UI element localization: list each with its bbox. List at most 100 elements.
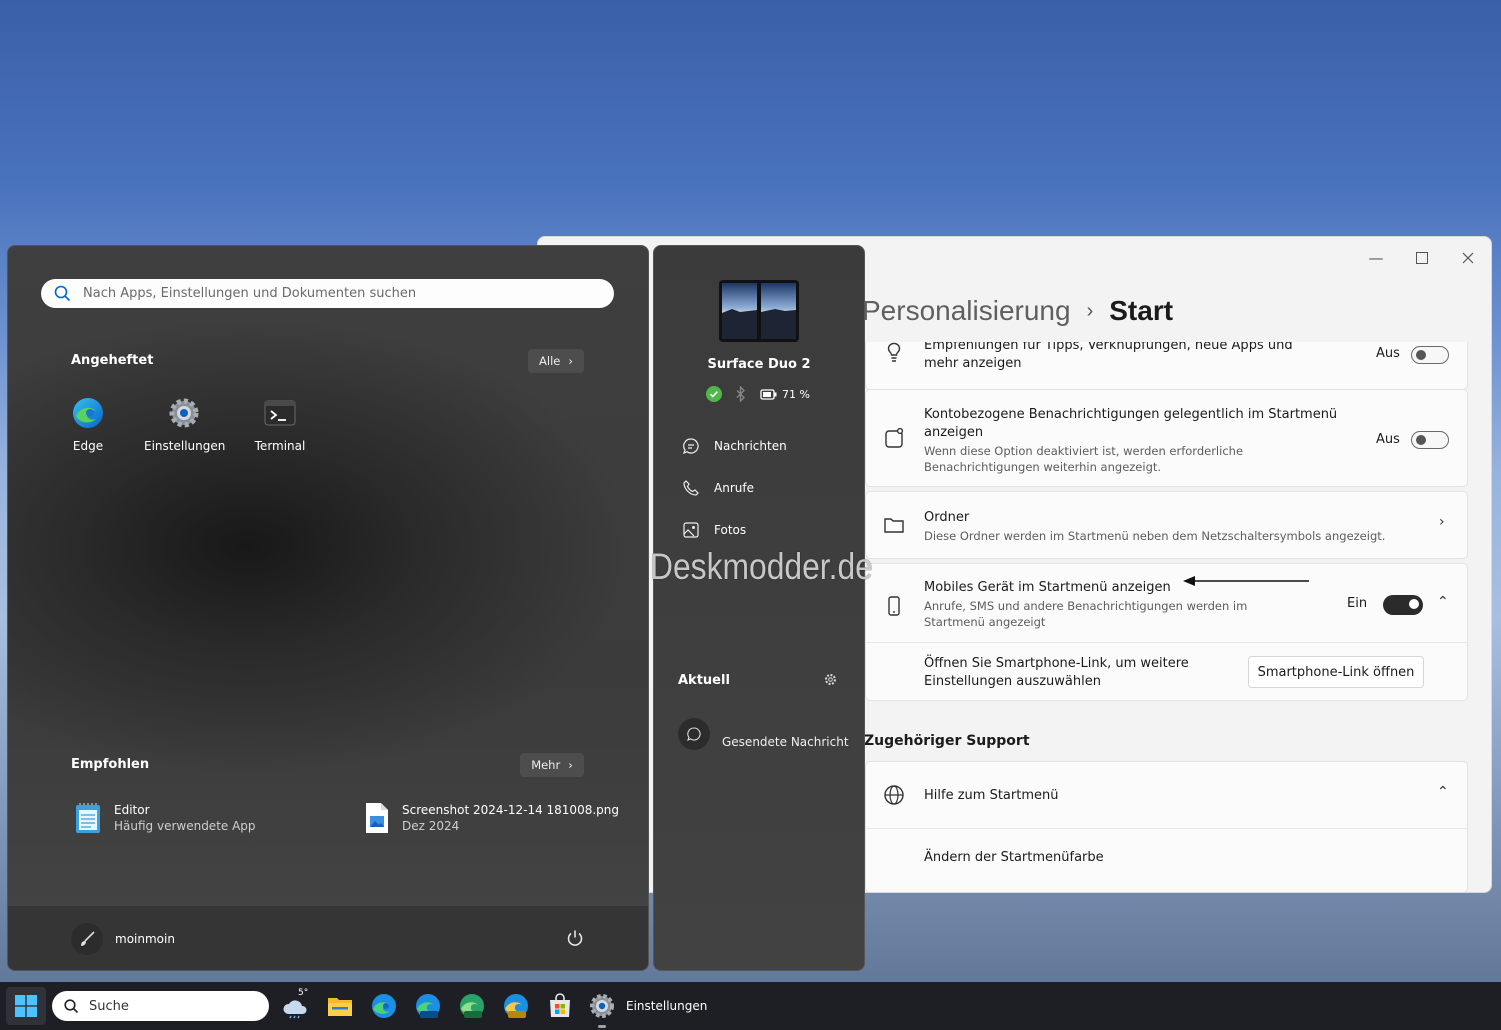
device-name: Surface Duo 2	[707, 357, 811, 372]
recommended-desc: Häufig verwendete App	[114, 819, 256, 833]
message-bubble-icon	[678, 718, 710, 750]
pinned-app-terminal[interactable]: Terminal	[240, 396, 320, 453]
breadcrumb-parent[interactable]: Personalisierung	[862, 295, 1071, 327]
edge-dev-icon[interactable]	[458, 992, 486, 1020]
edge-icon	[73, 398, 103, 428]
toggle-state-label: Aus	[1376, 346, 1400, 361]
nav-calls[interactable]: Anrufe	[682, 479, 754, 497]
app-label: Terminal	[254, 439, 306, 453]
edge-taskbar-icon[interactable]	[370, 992, 398, 1020]
gear-icon	[590, 994, 614, 1018]
chevron-right-icon: ›	[568, 758, 573, 772]
bluetooth-icon	[736, 386, 745, 402]
divider	[866, 642, 1467, 643]
user-account-button[interactable]: moinmoin	[71, 923, 175, 955]
chevron-right-icon: ›	[1439, 514, 1445, 530]
maximize-button[interactable]	[1399, 243, 1445, 273]
recommended-item-editor[interactable]: Editor Häufig verwendete App	[74, 802, 256, 834]
recommended-item-screenshot[interactable]: Screenshot 2024-12-14 181008.png Dez 2024	[364, 802, 619, 834]
active-app-label: Einstellungen	[626, 999, 708, 1013]
toggle-state-label: Aus	[1376, 432, 1400, 447]
globe-icon	[884, 785, 904, 805]
start-menu: Angeheftet Alle › Edge Einstellungen Term…	[7, 245, 649, 971]
phone-call-icon	[683, 480, 699, 496]
message-icon	[683, 438, 699, 455]
gear-icon[interactable]	[824, 673, 837, 686]
watermark: Deskmodder.de	[650, 546, 873, 587]
avatar	[71, 923, 103, 955]
nav-label: Anrufe	[714, 481, 754, 495]
pinned-app-settings[interactable]: Einstellungen	[144, 396, 226, 453]
setting-row-folders[interactable]: Ordner Diese Ordner werden im Startmenü …	[865, 491, 1468, 559]
taskbar-search[interactable]: Suche	[52, 991, 269, 1021]
device-status: 71 %	[706, 386, 810, 402]
mobile-device-toggle[interactable]	[1383, 595, 1423, 615]
phone-icon	[888, 596, 900, 616]
setting-title: Kontobezogene Benachrichtigungen gelegen…	[924, 407, 1338, 440]
setting-title: Mobiles Gerät im Startmenü anzeigen	[924, 580, 1171, 595]
setting-description: Diese Ordner werden im Startmenü neben d…	[924, 529, 1386, 543]
toggle-state-label: Ein	[1347, 596, 1368, 611]
change-start-color-link[interactable]: Ändern der Startmenüfarbe	[924, 849, 1104, 867]
lightbulb-icon	[887, 342, 901, 362]
brush-icon	[81, 931, 95, 946]
more-label: Mehr	[531, 758, 561, 772]
arrow-annotation-icon	[1183, 576, 1309, 586]
folder-icon	[884, 518, 904, 533]
setting-description: Anrufe, SMS und andere Benachrichtigunge…	[924, 599, 1248, 629]
app-label: Einstellungen	[144, 439, 226, 453]
edge-canary-icon[interactable]	[502, 992, 530, 1020]
tips-toggle[interactable]	[1411, 346, 1449, 364]
nav-photos[interactable]: Fotos	[682, 521, 746, 539]
recommended-desc: Dez 2024	[402, 819, 460, 833]
setting-title: Empfehlungen für Tipps, Verknüpfungen, n…	[924, 342, 1293, 371]
phone-link-panel: Surface Duo 2 71 % Nachrichten Anrufe Fo…	[653, 245, 865, 971]
open-phone-link-button[interactable]: Smartphone-Link öffnen	[1248, 656, 1424, 688]
taskbar-search-label: Suche	[89, 998, 129, 1014]
chevron-up-icon[interactable]: ⌃	[1437, 784, 1449, 800]
gear-icon	[169, 398, 199, 428]
pinned-app-edge[interactable]: Edge	[48, 396, 128, 453]
recommended-title: Screenshot 2024-12-14 181008.png	[402, 803, 619, 817]
help-start-menu-link[interactable]: Hilfe zum Startmenü	[924, 787, 1058, 805]
account-notifications-toggle[interactable]	[1411, 431, 1449, 449]
section-related-support: Zugehöriger Support	[864, 733, 1030, 749]
chevron-up-icon[interactable]: ⌃	[1437, 594, 1449, 610]
setting-title: Ordner	[924, 510, 970, 525]
taskbar-settings-app[interactable]: Einstellungen	[588, 989, 707, 1023]
photos-icon	[683, 522, 699, 538]
all-apps-label: Alle	[539, 354, 561, 368]
weather-temp: 5°	[298, 988, 309, 998]
start-search-box[interactable]	[41, 279, 614, 308]
minimize-button[interactable]: —	[1353, 243, 1399, 273]
phone-link-text: Öffnen Sie Smartphone-Link, um weitere E…	[924, 656, 1189, 689]
nav-messages[interactable]: Nachrichten	[682, 437, 787, 455]
all-apps-button[interactable]: Alle ›	[528, 349, 584, 373]
weather-widget[interactable]: 5°	[282, 988, 310, 1020]
device-image	[719, 280, 799, 342]
pinned-header: Angeheftet	[71, 353, 154, 368]
divider	[866, 828, 1467, 829]
store-icon[interactable]	[546, 992, 574, 1020]
file-explorer-icon[interactable]	[326, 992, 354, 1020]
user-name: moinmoin	[115, 932, 175, 946]
taskbar: Suche 5° Einstellungen	[0, 982, 1501, 1030]
app-label: Edge	[72, 439, 104, 453]
power-icon[interactable]	[566, 929, 584, 947]
terminal-icon	[264, 400, 296, 426]
active-app-indicator	[598, 1025, 606, 1028]
start-search-input[interactable]	[81, 285, 605, 302]
nav-label: Fotos	[714, 523, 747, 537]
setting-row-mobile: Mobiles Gerät im Startmenü anzeigen Anru…	[865, 563, 1468, 701]
edge-beta-icon[interactable]	[414, 992, 442, 1020]
more-button[interactable]: Mehr ›	[520, 753, 584, 777]
start-button[interactable]	[6, 987, 46, 1025]
setting-description: Wenn diese Option deaktiviert ist, werde…	[924, 444, 1244, 474]
close-button[interactable]	[1445, 243, 1491, 273]
search-icon	[54, 285, 71, 302]
breadcrumb: Personalisierung › Start	[862, 295, 1173, 327]
setting-row-account: Kontobezogene Benachrichtigungen gelegen…	[865, 389, 1468, 487]
support-card: Hilfe zum Startmenü ⌃ Ändern der Startme…	[865, 761, 1468, 892]
search-icon	[64, 998, 79, 1013]
recommended-title: Editor	[114, 803, 150, 817]
